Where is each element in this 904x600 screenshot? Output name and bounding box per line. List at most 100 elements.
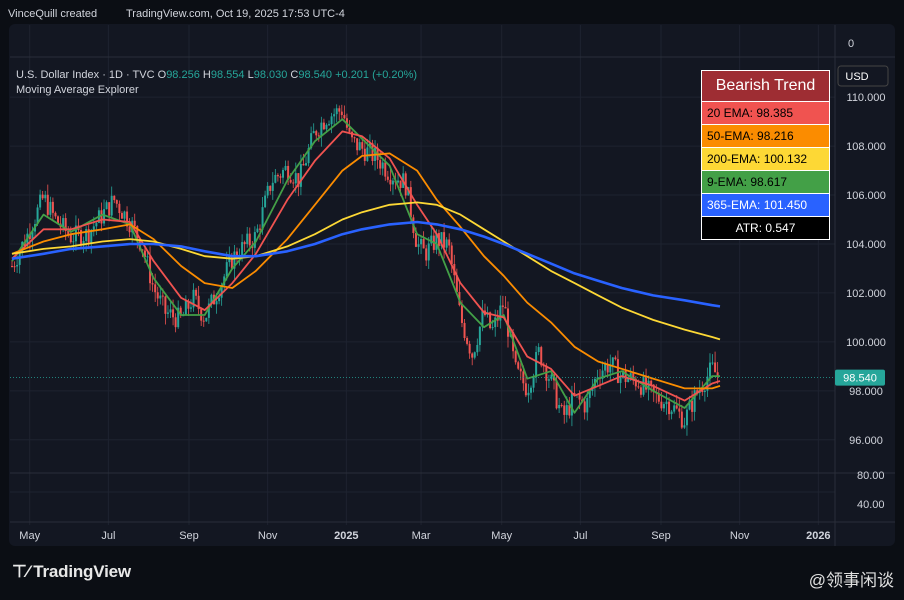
candle-body bbox=[356, 138, 359, 151]
y-tick-label: 106.000 bbox=[846, 190, 886, 202]
candle-body bbox=[391, 180, 394, 185]
candle-body bbox=[69, 234, 72, 243]
candle-body bbox=[348, 127, 351, 132]
candle-body bbox=[555, 380, 558, 409]
candle-body bbox=[299, 163, 302, 187]
candle-body bbox=[289, 179, 292, 183]
x-tick-label: Mar bbox=[412, 530, 431, 542]
ohlc-header: U.S. Dollar Index · 1D · TVC O98.256 H98… bbox=[16, 69, 417, 81]
candle-body bbox=[604, 364, 607, 371]
candle-body bbox=[123, 211, 126, 219]
candle-body bbox=[246, 233, 249, 245]
candle-body bbox=[189, 307, 192, 309]
candle-body bbox=[389, 179, 392, 185]
candle-body bbox=[333, 114, 336, 117]
lower-pane-tick: 80.00 bbox=[857, 470, 885, 482]
candle-body bbox=[361, 142, 364, 149]
candle-body bbox=[660, 401, 663, 409]
ema-line-9ema bbox=[11, 118, 720, 414]
candle-body bbox=[463, 322, 466, 338]
candle-body bbox=[381, 162, 384, 169]
candle-body bbox=[570, 392, 573, 416]
candle-body bbox=[420, 238, 423, 245]
candle-body bbox=[195, 289, 198, 296]
candle-body bbox=[711, 362, 714, 364]
candle-body bbox=[266, 185, 269, 196]
candle-body bbox=[72, 241, 75, 243]
candle-body bbox=[44, 194, 47, 199]
candle-body bbox=[215, 301, 218, 305]
candle-body bbox=[218, 297, 221, 302]
candle-body bbox=[154, 284, 157, 293]
candle-body bbox=[279, 176, 282, 178]
candle-body bbox=[691, 400, 694, 412]
candle-body bbox=[312, 131, 315, 134]
candle-body bbox=[537, 347, 540, 353]
symbol-label: U.S. Dollar Index · 1D · TVC bbox=[16, 69, 155, 81]
high-label: H bbox=[202, 69, 211, 81]
candle-body bbox=[115, 200, 118, 204]
candle-body bbox=[708, 362, 711, 377]
candle-body bbox=[202, 320, 205, 322]
indicator-name[interactable]: Moving Average Explorer bbox=[16, 84, 139, 96]
candle-body bbox=[714, 362, 717, 373]
open-value: 98.256 bbox=[166, 69, 200, 81]
candle-body bbox=[41, 194, 44, 199]
candle-body bbox=[639, 387, 642, 395]
candle-body bbox=[703, 390, 706, 393]
candle-body bbox=[448, 239, 451, 246]
x-tick-label: Nov bbox=[258, 530, 278, 542]
candle-body bbox=[422, 238, 425, 249]
candle-body bbox=[161, 295, 164, 297]
candle-body bbox=[335, 108, 338, 115]
candle-body bbox=[386, 176, 389, 180]
candle-body bbox=[680, 411, 683, 428]
y-tick-label: 100.000 bbox=[846, 337, 886, 349]
ema-lines bbox=[11, 118, 721, 414]
candle-body bbox=[501, 305, 504, 307]
candle-body bbox=[583, 401, 586, 413]
candle-body bbox=[174, 317, 177, 328]
legend-row-atr: ATR: 0.547 bbox=[702, 217, 829, 239]
candle-body bbox=[166, 312, 169, 314]
candle-body bbox=[248, 233, 251, 246]
candle-body bbox=[397, 180, 400, 183]
candle-body bbox=[560, 404, 563, 406]
open-label: O bbox=[157, 69, 167, 81]
candle-body bbox=[328, 124, 331, 126]
ema-line-50ema bbox=[11, 152, 721, 390]
candle-body bbox=[172, 309, 175, 318]
tradingview-logo[interactable]: ⊤⁄ TradingView bbox=[12, 562, 131, 582]
candle-body bbox=[673, 405, 676, 412]
last-price-label: 98.540 bbox=[843, 373, 877, 385]
y-tick-label: 104.000 bbox=[846, 239, 886, 251]
candle-body bbox=[146, 256, 149, 258]
candle-body bbox=[670, 411, 673, 415]
lower-pane-tick: 0 bbox=[848, 38, 854, 50]
candle-body bbox=[294, 173, 297, 184]
candle-body bbox=[54, 212, 57, 217]
candle-body bbox=[95, 222, 98, 227]
candle-body bbox=[527, 392, 530, 396]
candle-body bbox=[468, 343, 471, 354]
candle-body bbox=[322, 122, 325, 130]
x-tick-label: Jul bbox=[573, 530, 587, 542]
candle-body bbox=[586, 398, 589, 413]
candle-body bbox=[118, 203, 121, 214]
x-tick-label: Jul bbox=[101, 530, 115, 542]
candle-body bbox=[105, 202, 108, 210]
candle-body bbox=[353, 137, 356, 139]
candle-body bbox=[399, 180, 402, 188]
ema-line-365ema bbox=[11, 220, 721, 308]
candle-body bbox=[678, 408, 681, 412]
candle-body bbox=[320, 122, 323, 137]
legend-row-50ema: 50-EMA: 98.216 bbox=[702, 125, 829, 148]
x-tick-label: Sep bbox=[651, 530, 671, 542]
candle-body bbox=[358, 142, 361, 151]
candle-body bbox=[46, 194, 49, 215]
candle-body bbox=[16, 264, 19, 267]
candle-body bbox=[366, 147, 369, 161]
lower-pane-tick: 40.00 bbox=[857, 499, 885, 511]
candle-body bbox=[11, 266, 13, 268]
candle-body bbox=[530, 387, 533, 393]
